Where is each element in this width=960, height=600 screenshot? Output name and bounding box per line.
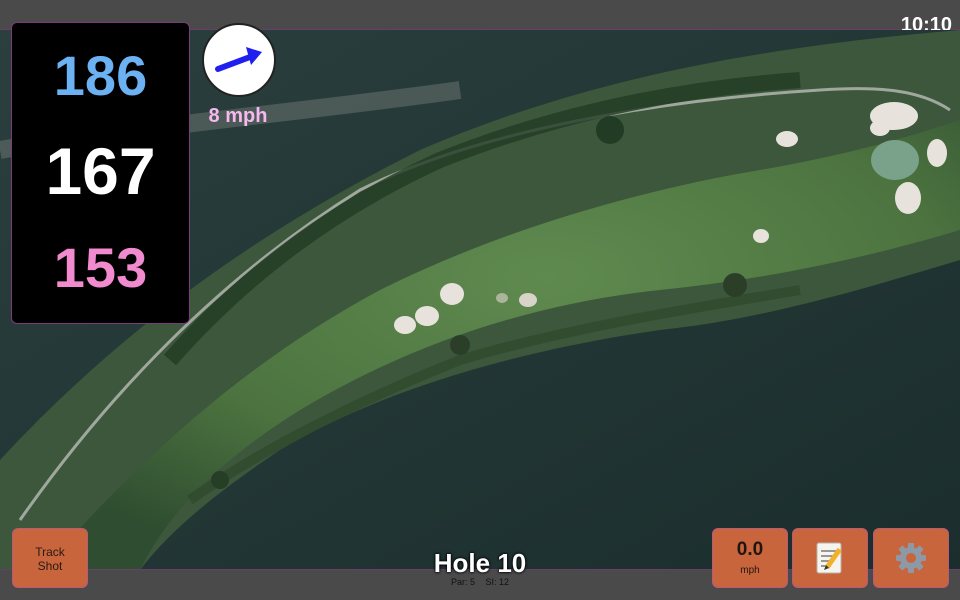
track-shot-label-line1: Track bbox=[35, 545, 65, 559]
distance-panel: 186 167 153 bbox=[11, 22, 190, 324]
speed-button[interactable]: 0.0 mph bbox=[712, 528, 788, 588]
hole-title: Hole 10 bbox=[433, 548, 527, 578]
settings-button[interactable] bbox=[873, 528, 949, 588]
wind-speed: 8 mph bbox=[208, 105, 268, 127]
wind-direction-dial bbox=[202, 23, 276, 97]
wind-arrow-icon bbox=[215, 47, 262, 72]
front-of-green-distance: 153 bbox=[53, 236, 148, 299]
par-label: Par: 5 bbox=[450, 577, 475, 587]
track-shot-label-line2: Shot bbox=[37, 559, 63, 573]
back-of-green-distance: 186 bbox=[53, 44, 148, 107]
track-shot-button[interactable]: Track Shot bbox=[12, 528, 88, 588]
speed-unit: mph bbox=[740, 565, 760, 576]
stroke-index-label: SI: 12 bbox=[485, 577, 510, 587]
middle-of-green-distance: 167 bbox=[45, 134, 156, 208]
notepad-icon bbox=[816, 542, 842, 574]
notes-button[interactable] bbox=[792, 528, 868, 588]
hole-meta: Par: 5 SI: 12 bbox=[380, 577, 580, 587]
gear-icon bbox=[896, 543, 926, 573]
speed-value: 0.0 bbox=[736, 539, 764, 560]
